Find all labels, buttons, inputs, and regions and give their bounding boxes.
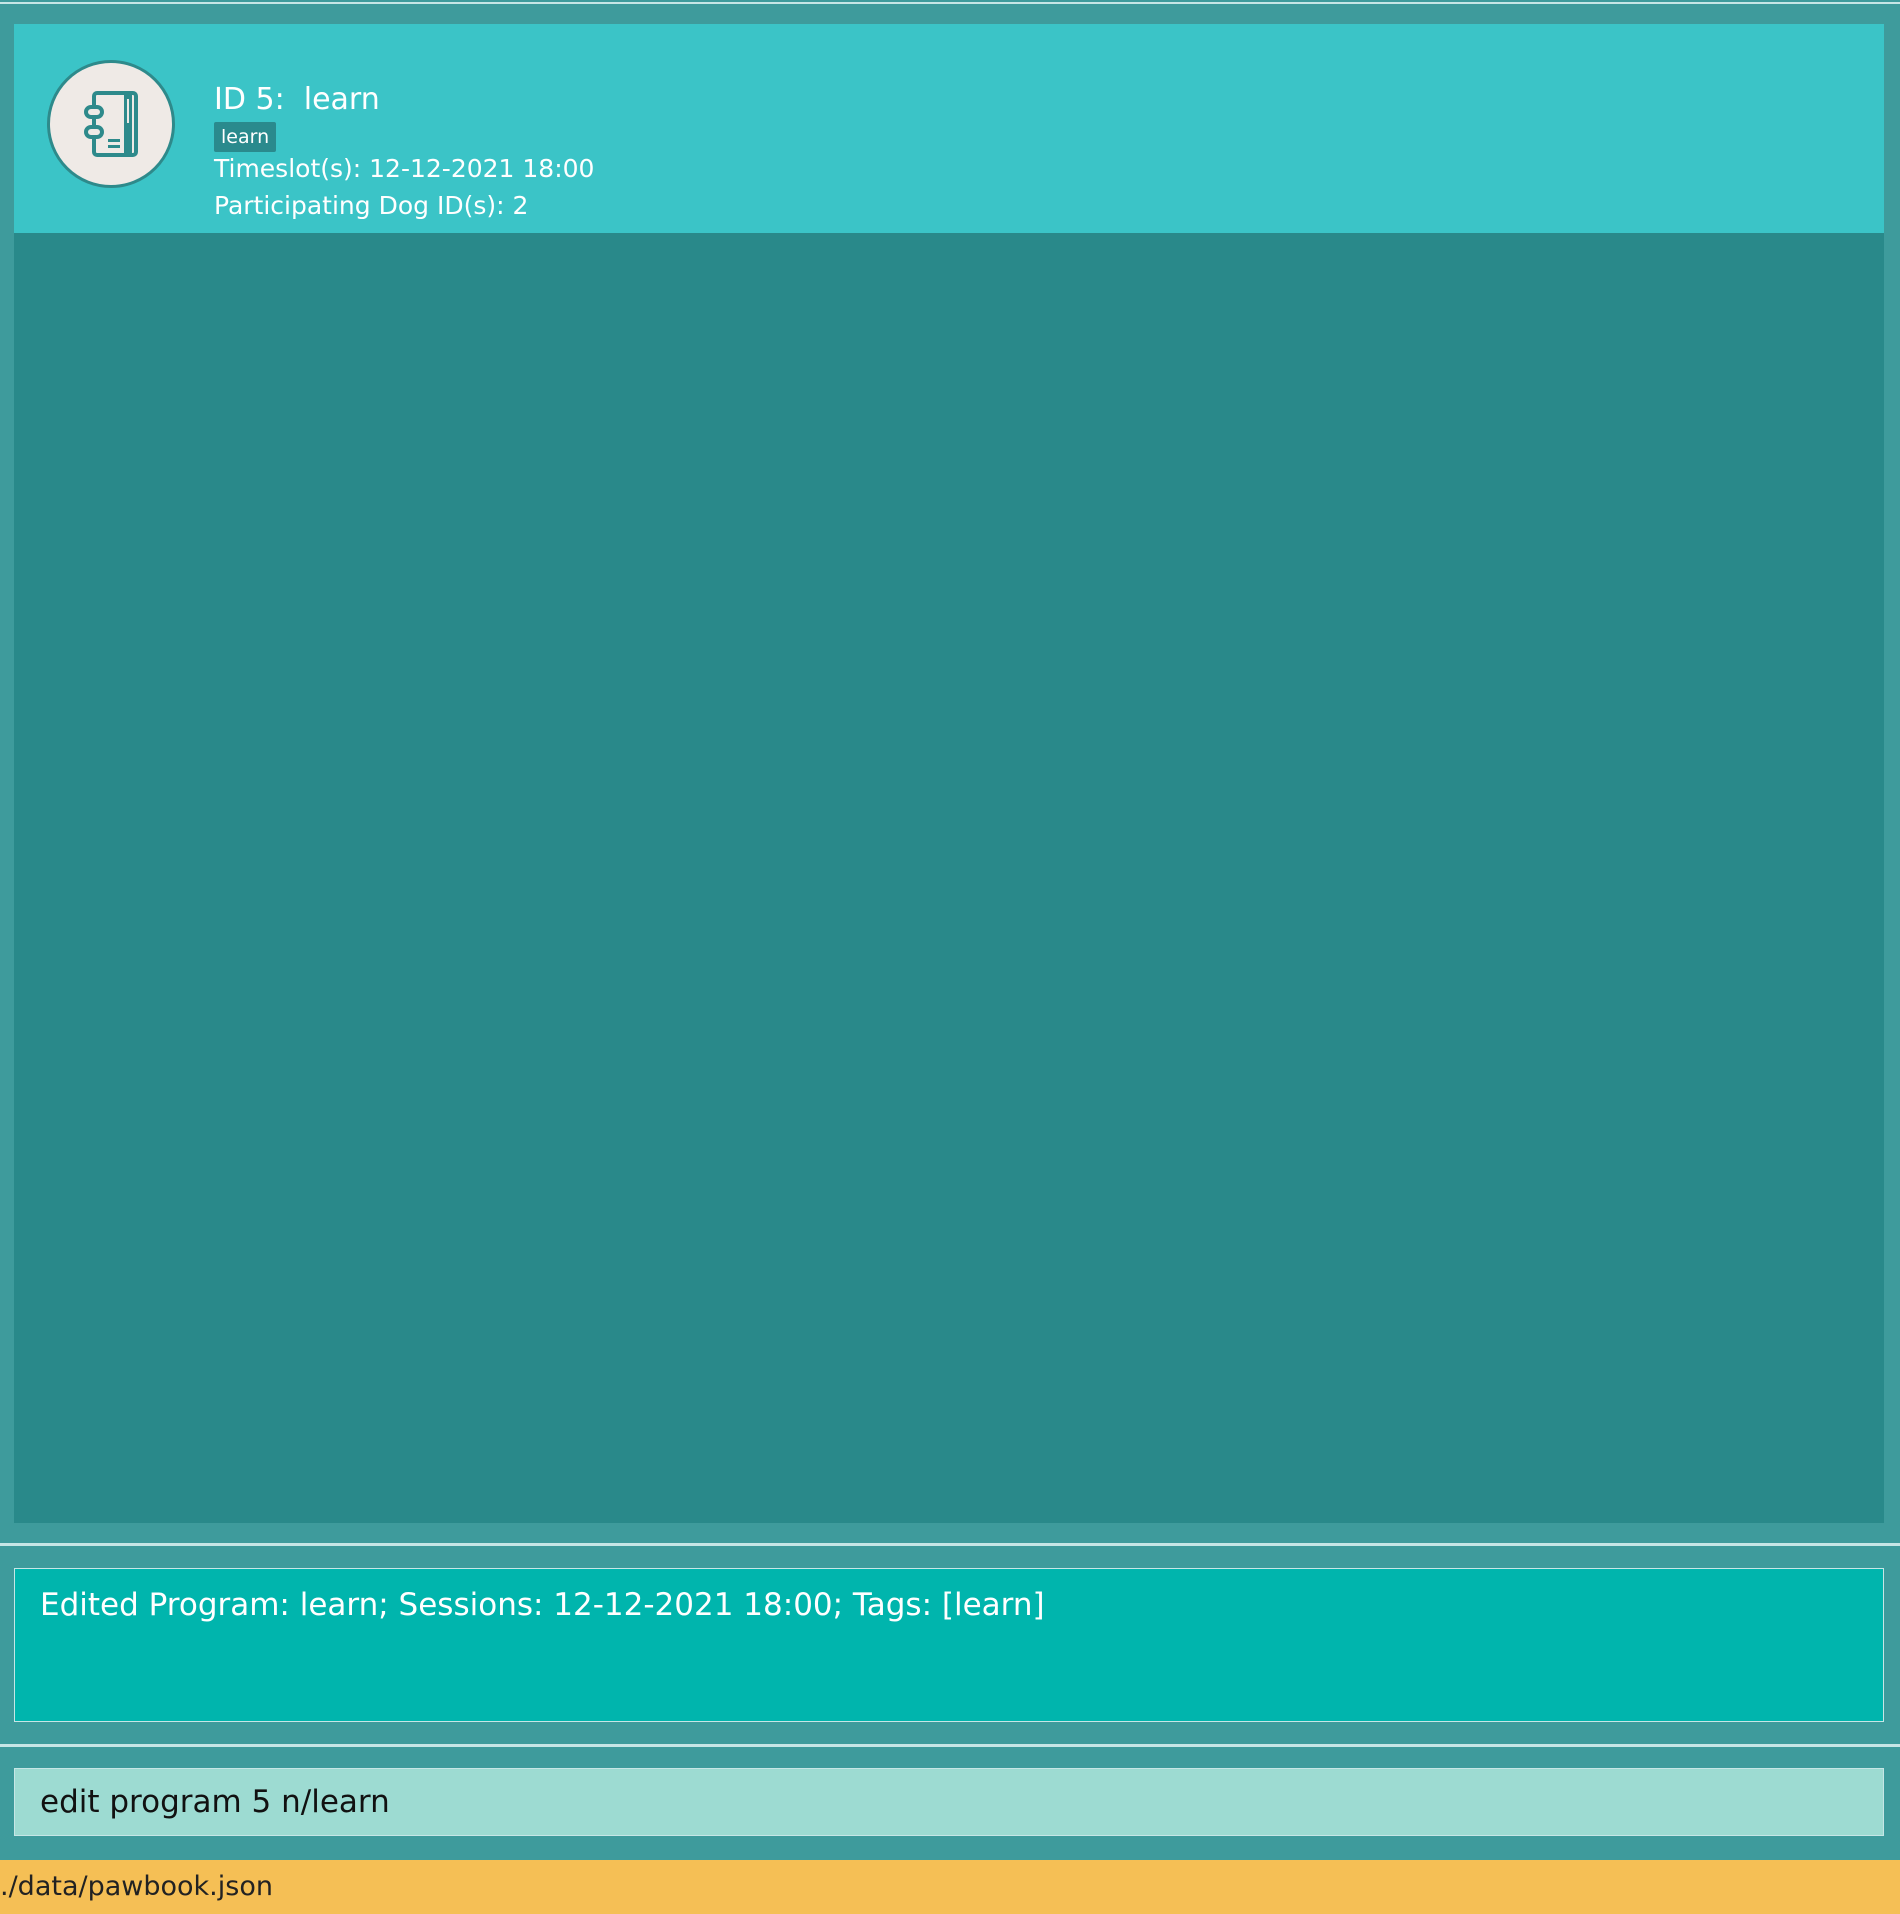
result-text: Edited Program: learn; Sessions: 12-12-2… xyxy=(40,1587,1045,1623)
list-result-divider xyxy=(0,1543,1900,1546)
window-top-divider xyxy=(0,2,1900,4)
status-file-path: ./data/pawbook.json xyxy=(0,1871,273,1902)
program-timeslot: Timeslot(s): 12-12-2021 18:00 xyxy=(214,154,595,183)
command-box[interactable] xyxy=(14,1768,1884,1836)
notebook-icon xyxy=(47,60,175,188)
program-participating-dogs: Participating Dog ID(s): 2 xyxy=(214,191,529,220)
program-title: ID 5: learn xyxy=(214,82,380,117)
command-input[interactable] xyxy=(40,1769,1840,1835)
program-card[interactable]: ID 5: learn learn Timeslot(s): 12-12-202… xyxy=(14,24,1884,233)
program-list-panel[interactable]: ID 5: learn learn Timeslot(s): 12-12-202… xyxy=(14,24,1884,1523)
notebook-icon-glyph xyxy=(84,91,138,157)
program-tag: learn xyxy=(214,122,277,152)
result-display[interactable]: Edited Program: learn; Sessions: 12-12-2… xyxy=(14,1568,1884,1722)
result-command-divider xyxy=(0,1744,1900,1747)
status-bar: ./data/pawbook.json xyxy=(0,1860,1900,1914)
